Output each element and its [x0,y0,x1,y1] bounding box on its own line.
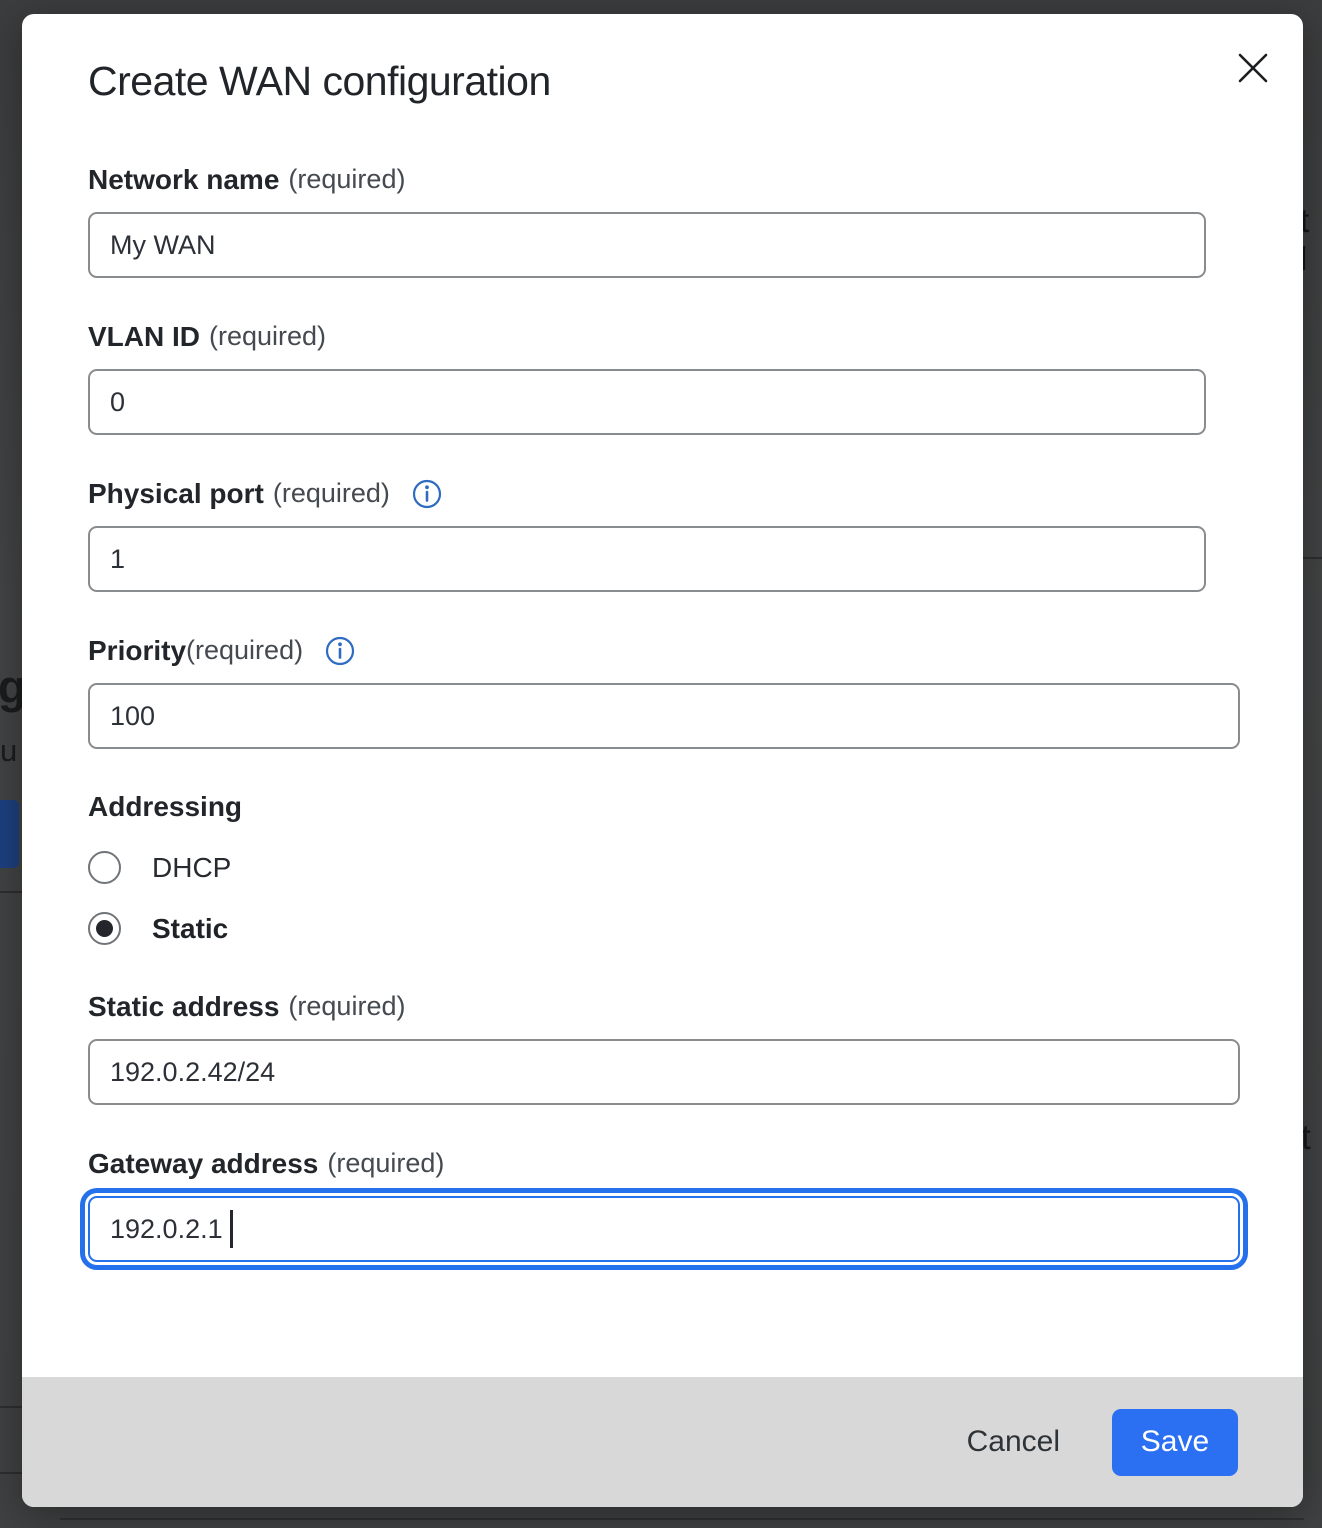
create-wan-configuration-dialog: Create WAN configuration Network name (r… [22,14,1303,1507]
field-gateway-address: Gateway address (required) [88,1147,1263,1262]
info-icon [412,479,442,509]
save-button[interactable]: Save [1112,1409,1238,1476]
field-label: Static address (required) [88,990,1263,1023]
physical-port-label: Physical port [88,477,264,510]
required-note: (required) [273,477,390,510]
priority-input[interactable] [88,683,1240,749]
occluded-divider [0,1472,22,1474]
network-name-label: Network name [88,163,279,196]
occluded-divider [60,1518,1304,1520]
required-note: (required) [288,163,405,196]
addressing-heading: Addressing [88,791,1263,823]
field-priority: Priority (required) [88,634,1263,749]
network-name-input[interactable] [88,212,1206,278]
static-radio-icon [88,912,121,945]
field-label: Priority (required) [88,634,1263,667]
occluded-text-fragment: t l [1300,202,1322,278]
static-radio-label: Static [152,913,228,945]
occluded-blue-button-fragment [0,800,19,868]
cancel-button[interactable]: Cancel [963,1417,1064,1467]
addressing-section: Addressing DHCP Static [88,791,1263,945]
gateway-address-label: Gateway address [88,1147,318,1180]
dhcp-radio-label: DHCP [152,852,231,884]
field-label: Physical port (required) [88,477,1263,510]
priority-info-button[interactable] [325,636,355,666]
dhcp-radio-icon [88,851,121,884]
vlan-id-input[interactable] [88,369,1206,435]
required-note: (required) [209,320,326,353]
occluded-divider [0,1406,22,1408]
physical-port-info-button[interactable] [412,479,442,509]
static-address-label: Static address [88,990,279,1023]
occluded-divider [0,891,22,893]
dialog-title: Create WAN configuration [88,58,1263,105]
field-label: VLAN ID (required) [88,320,1263,353]
field-vlan-id: VLAN ID (required) [88,320,1263,435]
field-static-address: Static address (required) [88,990,1263,1105]
text-cursor [230,1210,233,1248]
info-icon [325,636,355,666]
vlan-id-label: VLAN ID [88,320,200,353]
radio-option-static[interactable]: Static [88,912,1263,945]
required-note: (required) [327,1147,444,1180]
required-note: (required) [186,634,303,667]
dialog-footer: Cancel Save [22,1377,1303,1507]
radio-option-dhcp[interactable]: DHCP [88,851,1263,884]
required-note: (required) [288,990,405,1023]
field-physical-port: Physical port (required) [88,477,1263,592]
field-label: Gateway address (required) [88,1147,1263,1180]
gateway-address-input[interactable] [88,1196,1240,1262]
priority-label: Priority [88,634,186,667]
occluded-text-fragment: u [0,733,17,769]
field-label: Network name (required) [88,163,1263,196]
page: g u t l t Create WAN configuration Netwo… [0,0,1322,1528]
physical-port-input[interactable] [88,526,1206,592]
occluded-divider [1303,557,1322,559]
field-network-name: Network name (required) [88,163,1263,278]
static-address-input[interactable] [88,1039,1240,1105]
dialog-body: Create WAN configuration Network name (r… [22,14,1303,1377]
